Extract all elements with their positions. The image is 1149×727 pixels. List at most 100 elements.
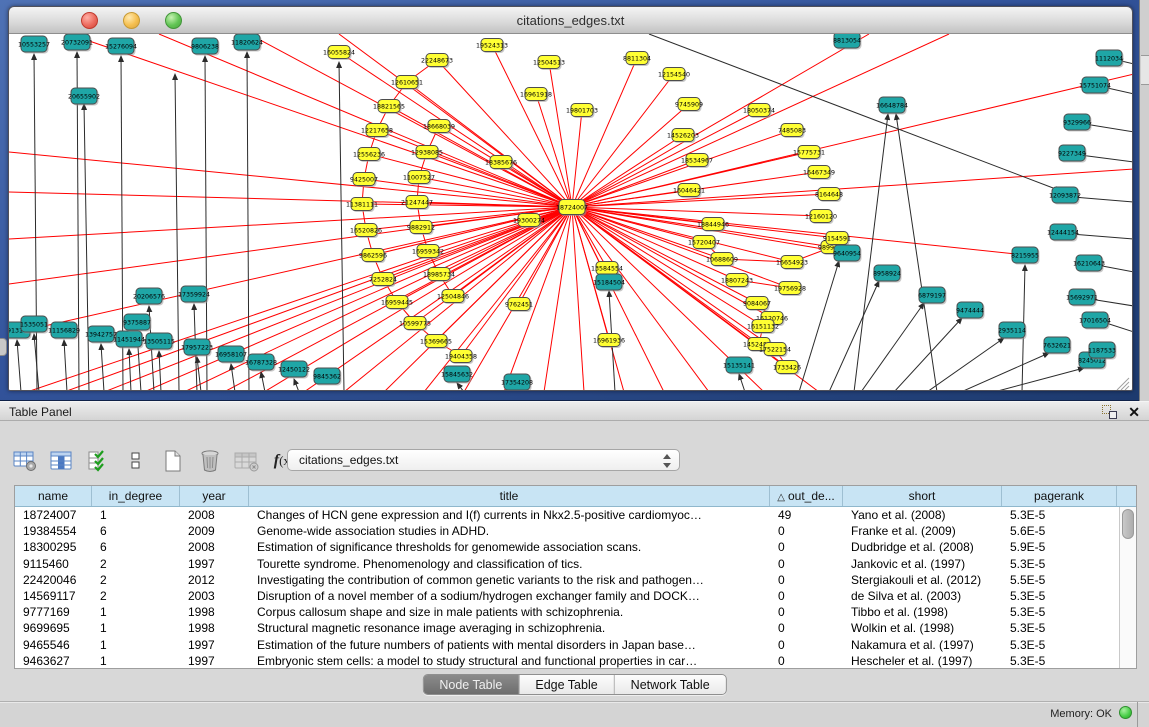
- panel-collapse-handle[interactable]: [0, 338, 7, 356]
- graph-node[interactable]: 18821565: [373, 100, 405, 115]
- graph-node[interactable]: 15692971: [1066, 289, 1098, 307]
- graph-node[interactable]: 16467349: [803, 166, 835, 181]
- graph-node[interactable]: 9806238: [191, 38, 220, 56]
- graph-node[interactable]: 15751074: [1079, 77, 1111, 95]
- graph-node[interactable]: 13505115: [143, 333, 175, 351]
- graph-node[interactable]: 16961918: [520, 88, 552, 103]
- show-columns-button[interactable]: [49, 448, 75, 474]
- column-header-short[interactable]: short: [843, 486, 1002, 506]
- graph-node[interactable]: 8164648: [815, 188, 843, 203]
- column-header-name[interactable]: name: [15, 486, 92, 506]
- graph-node[interactable]: 16959445: [381, 296, 413, 311]
- graph-node[interactable]: 15845632: [441, 366, 473, 384]
- graph-node[interactable]: 16648784: [876, 97, 908, 115]
- float-panel-icon[interactable]: [1102, 405, 1117, 419]
- graph-node[interactable]: 20206576: [133, 288, 165, 306]
- graph-node[interactable]: 9474444: [956, 302, 985, 320]
- network-canvas[interactable]: 2224867312610651188215651221765812556236…: [9, 34, 1132, 391]
- network-window-titlebar[interactable]: citations_edges.txt: [9, 7, 1132, 34]
- graph-node[interactable]: 9862596: [359, 249, 387, 264]
- graph-node[interactable]: 14526203: [667, 129, 699, 144]
- graph-node[interactable]: 16959342: [412, 245, 444, 260]
- graph-node[interactable]: 2935114: [998, 322, 1027, 340]
- table-row[interactable]: 977716911998Corpus callosum shape and si…: [15, 604, 1136, 620]
- graph-node[interactable]: 8215955: [1011, 247, 1040, 265]
- import-table-disabled-button[interactable]: [234, 448, 260, 474]
- graph-node[interactable]: 17354208: [501, 374, 533, 391]
- graph-node[interactable]: 9329966: [1063, 114, 1092, 132]
- graph-node[interactable]: 9882912: [407, 221, 435, 236]
- graph-node[interactable]: 10599775: [399, 317, 431, 332]
- graph-node[interactable]: 15369665: [420, 335, 452, 350]
- graph-node[interactable]: 12450122: [278, 361, 310, 379]
- graph-node[interactable]: 1187533: [1088, 342, 1117, 360]
- graph-node[interactable]: 17016504: [1079, 312, 1111, 330]
- graph-node[interactable]: 9640954: [833, 245, 862, 263]
- graph-node[interactable]: 16787328: [245, 354, 277, 372]
- table-scrollbar[interactable]: [1119, 507, 1136, 668]
- graph-node[interactable]: 17359924: [178, 286, 210, 304]
- graph-node[interactable]: 12938085: [411, 146, 443, 161]
- graph-node[interactable]: 11007527: [403, 171, 435, 186]
- table-row[interactable]: 1938455462009Genome-wide association stu…: [15, 523, 1136, 539]
- graph-node[interactable]: 8958924: [873, 265, 902, 283]
- graph-node[interactable]: 16961936: [593, 334, 625, 349]
- graph-node[interactable]: 12504846: [437, 290, 469, 305]
- row-height-button[interactable]: [123, 448, 149, 474]
- graph-node[interactable]: 22248673: [421, 54, 453, 69]
- table-row[interactable]: 1872400712008Changes of HCN gene express…: [15, 507, 1136, 523]
- graph-node[interactable]: 9425007: [350, 173, 378, 188]
- graph-node[interactable]: 9084067: [743, 297, 771, 312]
- graph-node[interactable]: 12160120: [805, 210, 837, 225]
- graph-node[interactable]: 16046421: [673, 184, 705, 199]
- graph-node[interactable]: 9227349: [1058, 145, 1087, 163]
- delete-column-button[interactable]: [197, 448, 223, 474]
- graph-node[interactable]: 20732091: [61, 34, 93, 52]
- graph-node[interactable]: 1112034: [1095, 50, 1124, 68]
- graph-node[interactable]: 11381111: [346, 198, 378, 213]
- column-header-pagerank[interactable]: pagerank: [1002, 486, 1117, 506]
- graph-node[interactable]: 11820624: [231, 34, 263, 52]
- graph-node[interactable]: 18807243: [721, 274, 753, 289]
- graph-node[interactable]: 9762451: [505, 298, 533, 313]
- table-row[interactable]: 911546021997Tourette syndrome. Phenomeno…: [15, 556, 1136, 572]
- graph-node[interactable]: 9375887: [123, 314, 152, 332]
- graph-node[interactable]: 7632621: [1043, 337, 1072, 355]
- table-row[interactable]: 946362711997Embryonic stem cells: a mode…: [15, 653, 1136, 669]
- graph-node[interactable]: 8813054: [833, 34, 862, 50]
- table-row[interactable]: 1456911722003Disruption of a novel membe…: [15, 588, 1136, 604]
- graph-hub-node[interactable]: 18724007: [556, 200, 588, 217]
- graph-node[interactable]: 8811304: [623, 52, 651, 67]
- graph-node[interactable]: 12444154: [1047, 224, 1079, 242]
- select-rows-button[interactable]: [86, 448, 112, 474]
- tab-edge-table[interactable]: Edge Table: [519, 675, 614, 694]
- graph-node[interactable]: 1733426: [773, 361, 801, 376]
- graph-node[interactable]: 9845362: [313, 368, 342, 386]
- graph-node[interactable]: 9154591: [823, 232, 851, 247]
- graph-node[interactable]: 9745909: [675, 98, 703, 113]
- graph-node[interactable]: 19524313: [476, 39, 508, 54]
- graph-node[interactable]: 19404358: [445, 350, 477, 365]
- graph-node[interactable]: 7485083: [778, 124, 806, 139]
- graph-node[interactable]: 11451944: [113, 331, 145, 349]
- table-row[interactable]: 969969511998Structural magnetic resonanc…: [15, 620, 1136, 636]
- table-row[interactable]: 2242004622012Investigating the contribut…: [15, 572, 1136, 588]
- table-row[interactable]: 1830029562008Estimation of significance …: [15, 539, 1136, 555]
- graph-node[interactable]: 15184504: [593, 274, 625, 292]
- graph-node[interactable]: 16958107: [215, 346, 247, 364]
- graph-node[interactable]: 12504513: [533, 56, 565, 71]
- graph-node[interactable]: 16210643: [1073, 255, 1105, 273]
- graph-node[interactable]: 16520826: [350, 224, 382, 239]
- graph-node[interactable]: 10553257: [18, 36, 50, 54]
- column-settings-button[interactable]: [12, 448, 38, 474]
- graph-node[interactable]: 17957223: [181, 339, 213, 357]
- graph-node[interactable]: 18385676: [485, 156, 517, 171]
- tab-network-table[interactable]: Network Table: [615, 675, 726, 694]
- graph-node[interactable]: 11156829: [48, 322, 80, 340]
- graph-node[interactable]: 20655902: [68, 88, 100, 106]
- graph-node[interactable]: 15775731: [793, 146, 825, 161]
- graph-node[interactable]: 18534967: [681, 154, 713, 169]
- column-header-year[interactable]: year: [180, 486, 249, 506]
- graph-node[interactable]: 18844946: [697, 218, 729, 233]
- graph-node[interactable]: 15135141: [723, 357, 755, 375]
